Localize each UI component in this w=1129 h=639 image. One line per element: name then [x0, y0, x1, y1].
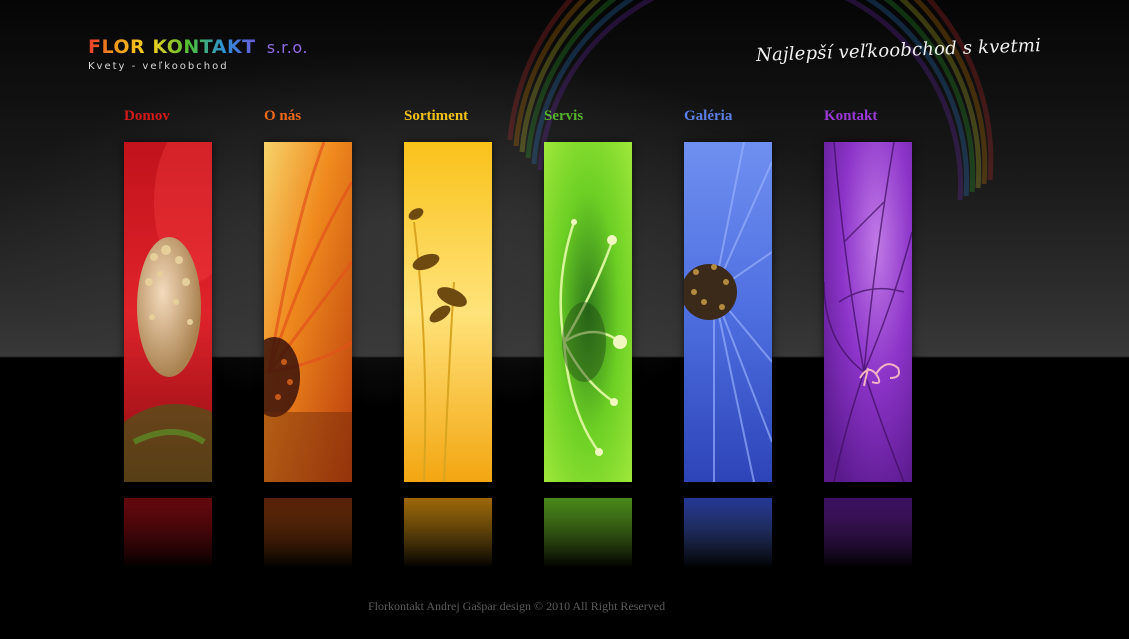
yellow-flower-image — [404, 142, 492, 482]
reflection-yellow — [404, 498, 492, 568]
site-logo[interactable]: FLOR KONTAKT s.r.o. Kvety - veľkoobchod — [88, 36, 308, 72]
red-flower-image — [124, 142, 212, 482]
panel-servis-green-flower[interactable] — [544, 142, 632, 482]
reflection-red — [124, 498, 212, 568]
logo-kontakt: KONTAKT — [152, 36, 256, 58]
nav-domov[interactable]: Domov — [124, 108, 170, 125]
nav-kontakt[interactable]: Kontakt — [824, 108, 877, 125]
nav-galeria[interactable]: Galéria — [684, 108, 732, 125]
panel-kontakt-purple-flower[interactable] — [824, 142, 912, 482]
green-flower-image — [544, 142, 632, 482]
orange-flower-image — [264, 142, 352, 482]
logo-flor: FLOR — [88, 36, 146, 58]
reflection-blue — [684, 498, 772, 568]
reflection-orange — [264, 498, 352, 568]
panel-sortiment-yellow-flower[interactable] — [404, 142, 492, 482]
reflection-green — [544, 498, 632, 568]
page: FLOR KONTAKT s.r.o. Kvety - veľkoobchod … — [0, 0, 1129, 639]
reflection-purple — [824, 498, 912, 568]
footer-copyright: Florkontakt Andrej Gašpar design © 2010 … — [368, 599, 666, 613]
nav-o-nas[interactable]: O nás — [264, 108, 301, 125]
logo-title: FLOR KONTAKT s.r.o. — [88, 36, 308, 59]
nav-sortiment[interactable]: Sortiment — [404, 108, 468, 125]
blue-flower-image — [684, 142, 772, 482]
logo-subtitle: Kvety - veľkoobchod — [88, 61, 229, 72]
panel-o-nas-orange-flower[interactable] — [264, 142, 352, 482]
panel-domov-red-flower[interactable] — [124, 142, 212, 482]
purple-flower-image — [824, 142, 912, 482]
logo-suffix: s.r.o. — [266, 38, 308, 57]
nav-servis[interactable]: Servis — [544, 108, 583, 125]
panel-galeria-blue-flower[interactable] — [684, 142, 772, 482]
